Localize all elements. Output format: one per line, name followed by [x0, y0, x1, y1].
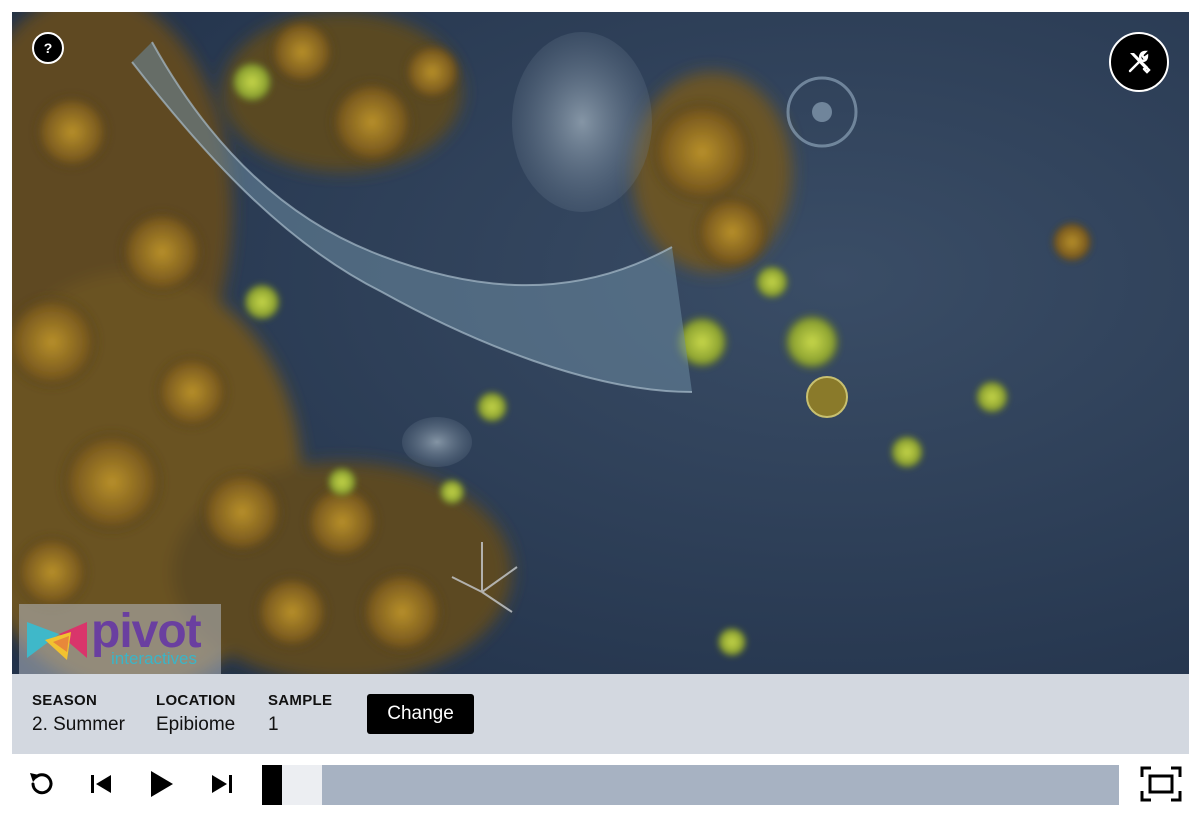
replay-button[interactable]: [23, 766, 59, 802]
replay-icon: [30, 773, 53, 795]
logo-subtext: interactives: [111, 649, 197, 668]
play-button[interactable]: [143, 766, 179, 802]
sample-info-bar: SEASON 2. Summer LOCATION Epibiome SAMPL…: [12, 674, 1189, 754]
timeline-scrubber[interactable]: [262, 765, 1119, 805]
timeline-handle[interactable]: [262, 765, 282, 805]
pivot-interactives-logo: pivot interactives: [19, 604, 221, 674]
skip-next-icon: [212, 775, 232, 793]
sample-label: SAMPLE: [268, 692, 333, 709]
location-value: Epibiome: [156, 714, 236, 735]
microscope-video-frame: [12, 12, 1189, 674]
help-button[interactable]: ?: [32, 32, 64, 64]
fullscreen-icon: [1140, 766, 1182, 802]
play-icon: [151, 771, 173, 797]
skip-next-button[interactable]: [204, 766, 240, 802]
season-label: SEASON: [32, 692, 98, 709]
skip-previous-icon: [91, 775, 111, 793]
location-field: LOCATION Epibiome: [156, 692, 236, 736]
skip-previous-button[interactable]: [83, 766, 119, 802]
season-field: SEASON 2. Summer: [32, 692, 125, 736]
location-label: LOCATION: [156, 692, 236, 709]
playback-controls: [12, 754, 1189, 817]
season-value: 2. Summer: [32, 714, 125, 735]
tools-button[interactable]: [1109, 32, 1169, 92]
video-player-app: ? pivot interactives SEASON 2. Summer LO…: [12, 12, 1189, 817]
video-viewport[interactable]: ? pivot interactives: [12, 12, 1189, 674]
sample-value: 1: [268, 714, 279, 735]
sample-field: SAMPLE 1: [268, 692, 332, 736]
tools-icon: [1128, 50, 1151, 74]
help-icon: ?: [43, 40, 53, 56]
change-button[interactable]: Change: [367, 694, 474, 734]
logo-mark-icon: [27, 622, 87, 660]
fullscreen-button[interactable]: [1139, 764, 1183, 804]
